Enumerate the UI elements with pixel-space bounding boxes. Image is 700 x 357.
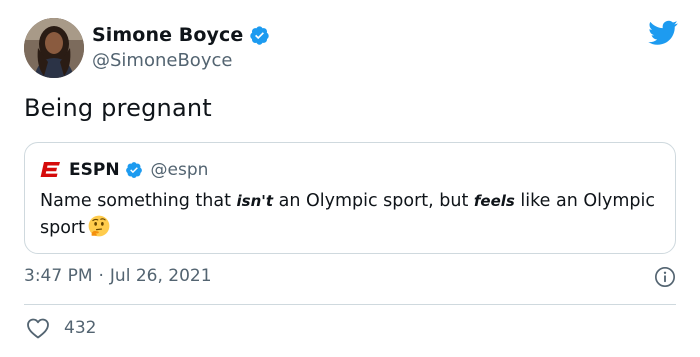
quoted-author-row[interactable]: ESPN @espn bbox=[39, 159, 208, 181]
author-display-name[interactable]: Simone Boyce bbox=[92, 24, 243, 46]
timestamp-separator: · bbox=[98, 266, 104, 286]
like-button[interactable]: 432 bbox=[26, 317, 96, 339]
tweet-time[interactable]: 3:47 PM bbox=[24, 266, 93, 286]
like-count: 432 bbox=[64, 318, 97, 338]
quoted-tweet-text: Name something that isn't an Olympic spo… bbox=[40, 188, 660, 242]
divider bbox=[24, 304, 676, 305]
quoted-text-part: an Olympic sport, but bbox=[273, 191, 474, 211]
author-name-row[interactable]: Simone Boyce bbox=[92, 22, 270, 48]
author-handle[interactable]: @SimoneBoyce bbox=[92, 50, 232, 71]
quoted-text-emphasis: isn't bbox=[236, 192, 274, 210]
info-icon[interactable] bbox=[654, 266, 676, 288]
quoted-tweet[interactable]: ESPN @espn Name something that isn't an … bbox=[24, 142, 676, 254]
tweet-text: Being pregnant bbox=[24, 94, 212, 122]
tweet-timestamp[interactable]: 3:47 PM · Jul 26, 2021 bbox=[24, 266, 212, 286]
tweet-date[interactable]: Jul 26, 2021 bbox=[110, 266, 212, 286]
thinking-face-emoji bbox=[88, 215, 110, 237]
verified-badge-icon bbox=[125, 162, 142, 178]
quoted-author-handle[interactable]: @espn bbox=[151, 160, 209, 180]
twitter-bird-icon[interactable] bbox=[648, 20, 678, 46]
heart-icon[interactable] bbox=[26, 317, 50, 339]
tweet-card: Simone Boyce @SimoneBoyce Being pregnant… bbox=[0, 0, 700, 357]
avatar[interactable] bbox=[24, 18, 84, 78]
quoted-author-name[interactable]: ESPN bbox=[69, 160, 120, 180]
quoted-text-emphasis: feels bbox=[473, 192, 515, 210]
verified-badge-icon bbox=[250, 25, 270, 45]
quoted-text-part: Name something that bbox=[40, 191, 237, 211]
espn-logo-icon bbox=[40, 162, 60, 177]
